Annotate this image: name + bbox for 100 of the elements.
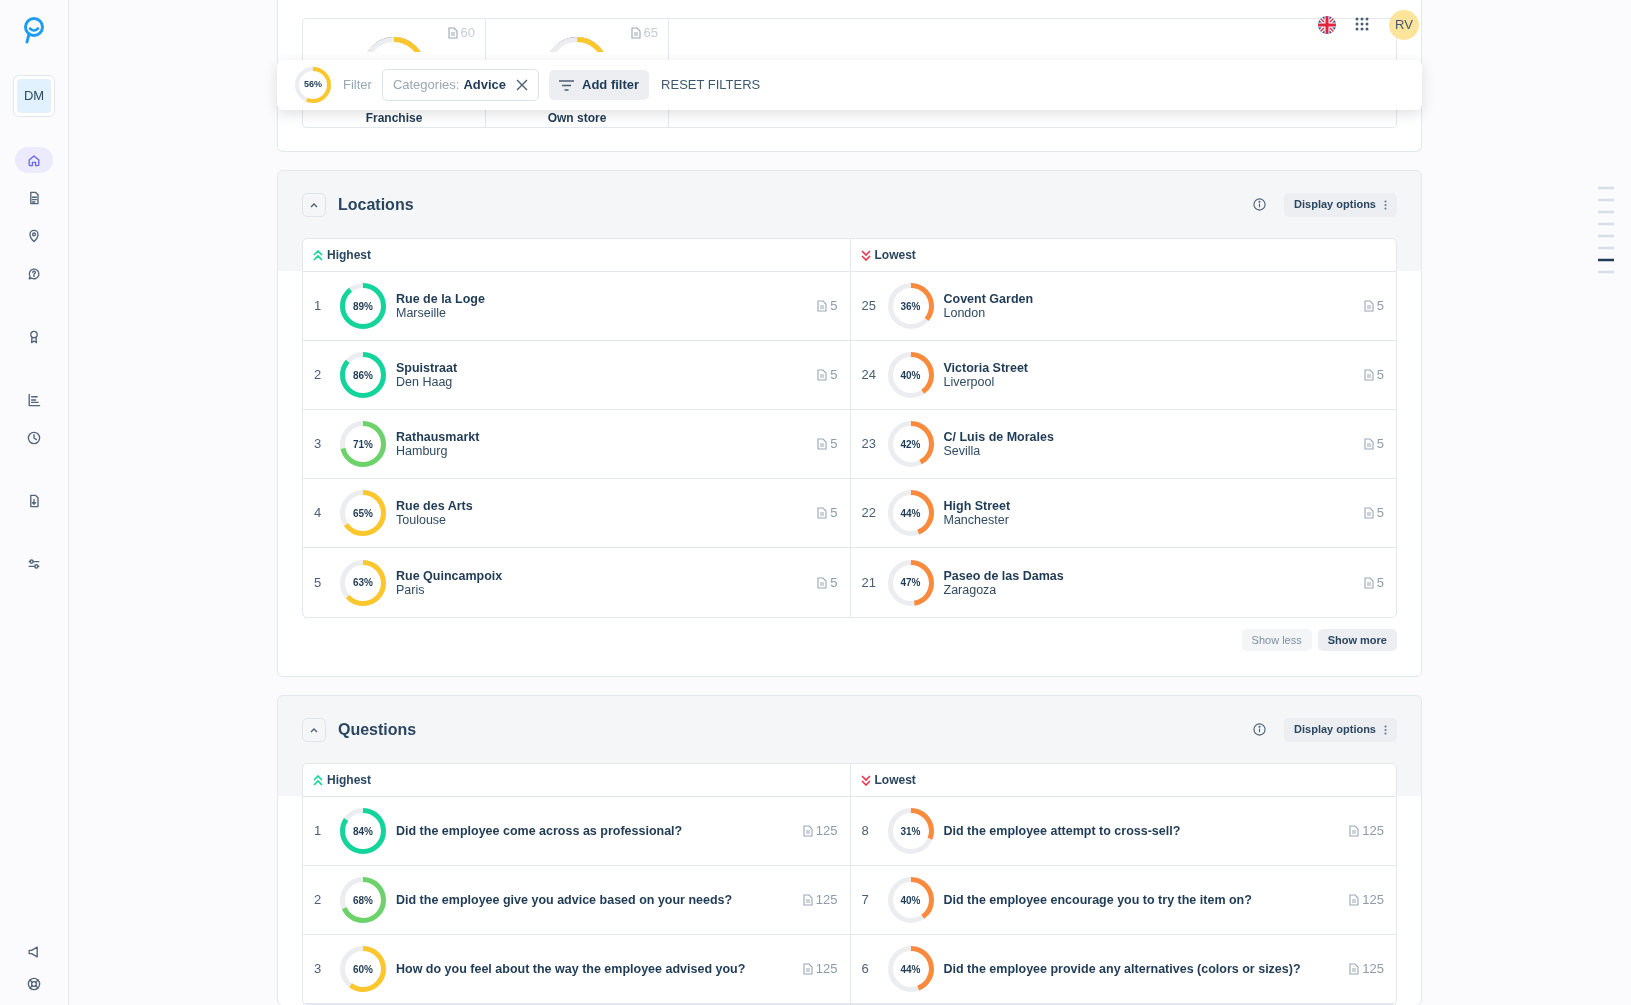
ranking-row[interactable]: 6 44% Did the employee provide any alternatives (colors or sizes)? 125 <box>850 935 1396 1004</box>
rank-number: 2 <box>314 891 323 910</box>
document-icon <box>1363 576 1374 589</box>
rank-number: 23 <box>861 435 877 454</box>
workspace-badge[interactable]: DM <box>17 79 51 113</box>
segment-label: Own store <box>547 110 607 127</box>
ranking-row[interactable]: 1 89% Rue de la Loge Marseille 5 <box>303 272 850 341</box>
response-count: 125 <box>1362 891 1384 910</box>
rank-number: 2 <box>314 366 323 385</box>
clock-icon <box>26 430 42 446</box>
row-title: High Street <box>943 499 1011 513</box>
close-icon[interactable] <box>516 79 528 91</box>
info-icon[interactable] <box>1253 723 1267 736</box>
response-count: 5 <box>830 435 838 454</box>
document-icon <box>817 438 828 450</box>
ranking-row[interactable]: 5 63% Rue Quincampoix Paris 5 <box>303 548 850 617</box>
column-heading: Lowest <box>874 247 916 264</box>
document-icon <box>817 507 828 519</box>
question-text: Did the employee provide any alternatives (colors or sizes)? <box>943 960 1301 978</box>
score-value: 86% <box>352 368 374 383</box>
display-options-button[interactable]: Display options <box>1284 717 1397 742</box>
ranking-row[interactable]: 2 68% Did the employee give you advice based on your needs? 125 <box>303 866 850 935</box>
document-icon <box>817 369 828 381</box>
row-title: Rathausmarkt <box>396 430 480 444</box>
rank-number: 3 <box>314 435 323 454</box>
reset-filters-button[interactable]: RESET FILTERS <box>661 75 761 95</box>
question-text: Did the employee attempt to cross-sell? <box>943 822 1181 840</box>
rank-number: 1 <box>314 297 323 316</box>
home-nav-item[interactable] <box>15 147 53 173</box>
add-filter-button[interactable]: Add filter <box>549 70 650 100</box>
double-chevron-up-icon <box>313 774 323 786</box>
ranking-row[interactable]: 23 42% C/ Luis de Morales Sevilla 5 <box>850 410 1396 479</box>
response-count: 5 <box>830 573 838 592</box>
question-text: How do you feel about the way the employee advised you? <box>396 960 746 978</box>
document-icon <box>1363 300 1374 312</box>
score-value: 84% <box>352 824 374 839</box>
row-subtitle: Marseille <box>396 306 447 320</box>
rank-number: 3 <box>314 960 323 979</box>
ranking-row[interactable]: 8 31% Did the employee attempt to cross-sell? 125 <box>850 797 1396 866</box>
question-text: Did the employee encourage you to try the item on? <box>943 891 1252 909</box>
score-value: 63% <box>352 576 374 590</box>
info-icon[interactable] <box>1253 198 1267 211</box>
ranking-row[interactable]: 1 84% Did the employee come across as professional? 125 <box>303 797 850 866</box>
score-value: 36% <box>899 299 922 314</box>
ranking-row[interactable]: 3 60% How do you feel about the way the employee advised you? 125 <box>303 935 850 1004</box>
row-subtitle: Hamburg <box>396 444 449 458</box>
document-icon <box>1363 507 1374 519</box>
show-more-button[interactable]: Show more <box>1317 629 1397 651</box>
response-count: 5 <box>830 504 838 523</box>
apps-grid-icon[interactable] <box>1355 17 1371 33</box>
response-count: 5 <box>830 297 838 316</box>
display-options-button[interactable]: Display options <box>1284 192 1397 217</box>
document-icon <box>802 963 813 975</box>
response-count: 65 <box>643 24 658 42</box>
double-chevron-up-icon <box>313 249 323 261</box>
document-icon <box>1363 369 1374 381</box>
filter-label: Filter <box>343 76 372 95</box>
kebab-icon <box>1384 724 1387 735</box>
score-value: 65% <box>352 506 374 521</box>
double-chevron-down-icon <box>860 774 871 786</box>
row-subtitle: Toulouse <box>396 513 448 527</box>
score-value: 68% <box>352 893 374 908</box>
category-filter-chip[interactable]: Categories: Advice <box>381 69 539 101</box>
ranking-row[interactable]: 2 86% Spuistraat Den Haag 5 <box>303 341 850 410</box>
response-count: 125 <box>815 960 838 979</box>
ranking-row[interactable]: 21 47% Paseo de las Damas Zaragoza 5 <box>850 548 1396 617</box>
rank-number: 5 <box>314 573 323 592</box>
row-title: Paseo de las Damas <box>943 568 1064 583</box>
row-subtitle: Liverpool <box>943 375 996 389</box>
row-title: Rue des Arts <box>396 499 473 513</box>
ranking-row[interactable]: 22 44% High Street Manchester 5 <box>850 479 1396 548</box>
document-icon <box>1349 963 1360 975</box>
column-heading: Highest <box>327 247 371 264</box>
response-count: 5 <box>1376 573 1384 592</box>
score-value: 42% <box>899 437 922 452</box>
document-icon <box>1363 438 1374 450</box>
response-count: 125 <box>815 822 838 841</box>
segment-label: Franchise <box>365 110 423 127</box>
row-title: Rue Quincampoix <box>396 568 503 583</box>
response-count: 5 <box>1376 297 1384 316</box>
score-value: 44% <box>899 962 922 977</box>
score-value: 89% <box>352 299 374 314</box>
row-subtitle: Zaragoza <box>943 582 998 597</box>
ranking-row[interactable]: 24 40% Victoria Street Liverpool 5 <box>850 341 1396 410</box>
rank-number: 1 <box>314 822 323 841</box>
question-text: Did the employee give you advice based on your needs? <box>396 891 733 909</box>
ranking-row[interactable]: 4 65% Rue des Arts Toulouse 5 <box>303 479 850 548</box>
response-count: 5 <box>1376 435 1384 454</box>
document-icon <box>1349 825 1360 837</box>
document-icon <box>802 894 813 906</box>
question-bubble-icon <box>26 266 42 282</box>
row-subtitle: Paris <box>396 582 425 597</box>
column-heading: Highest <box>327 772 371 789</box>
section-title: Locations <box>338 194 414 215</box>
ranking-row[interactable]: 3 71% Rathausmarkt Hamburg 5 <box>303 410 850 479</box>
rank-number: 24 <box>861 366 877 385</box>
ranking-row[interactable]: 25 36% Covent Garden London 5 <box>850 272 1396 341</box>
score-value: 44% <box>899 506 922 521</box>
ranking-row[interactable]: 7 40% Did the employee encourage you to try the item on? 125 <box>850 866 1396 935</box>
filter-icon <box>559 79 574 91</box>
